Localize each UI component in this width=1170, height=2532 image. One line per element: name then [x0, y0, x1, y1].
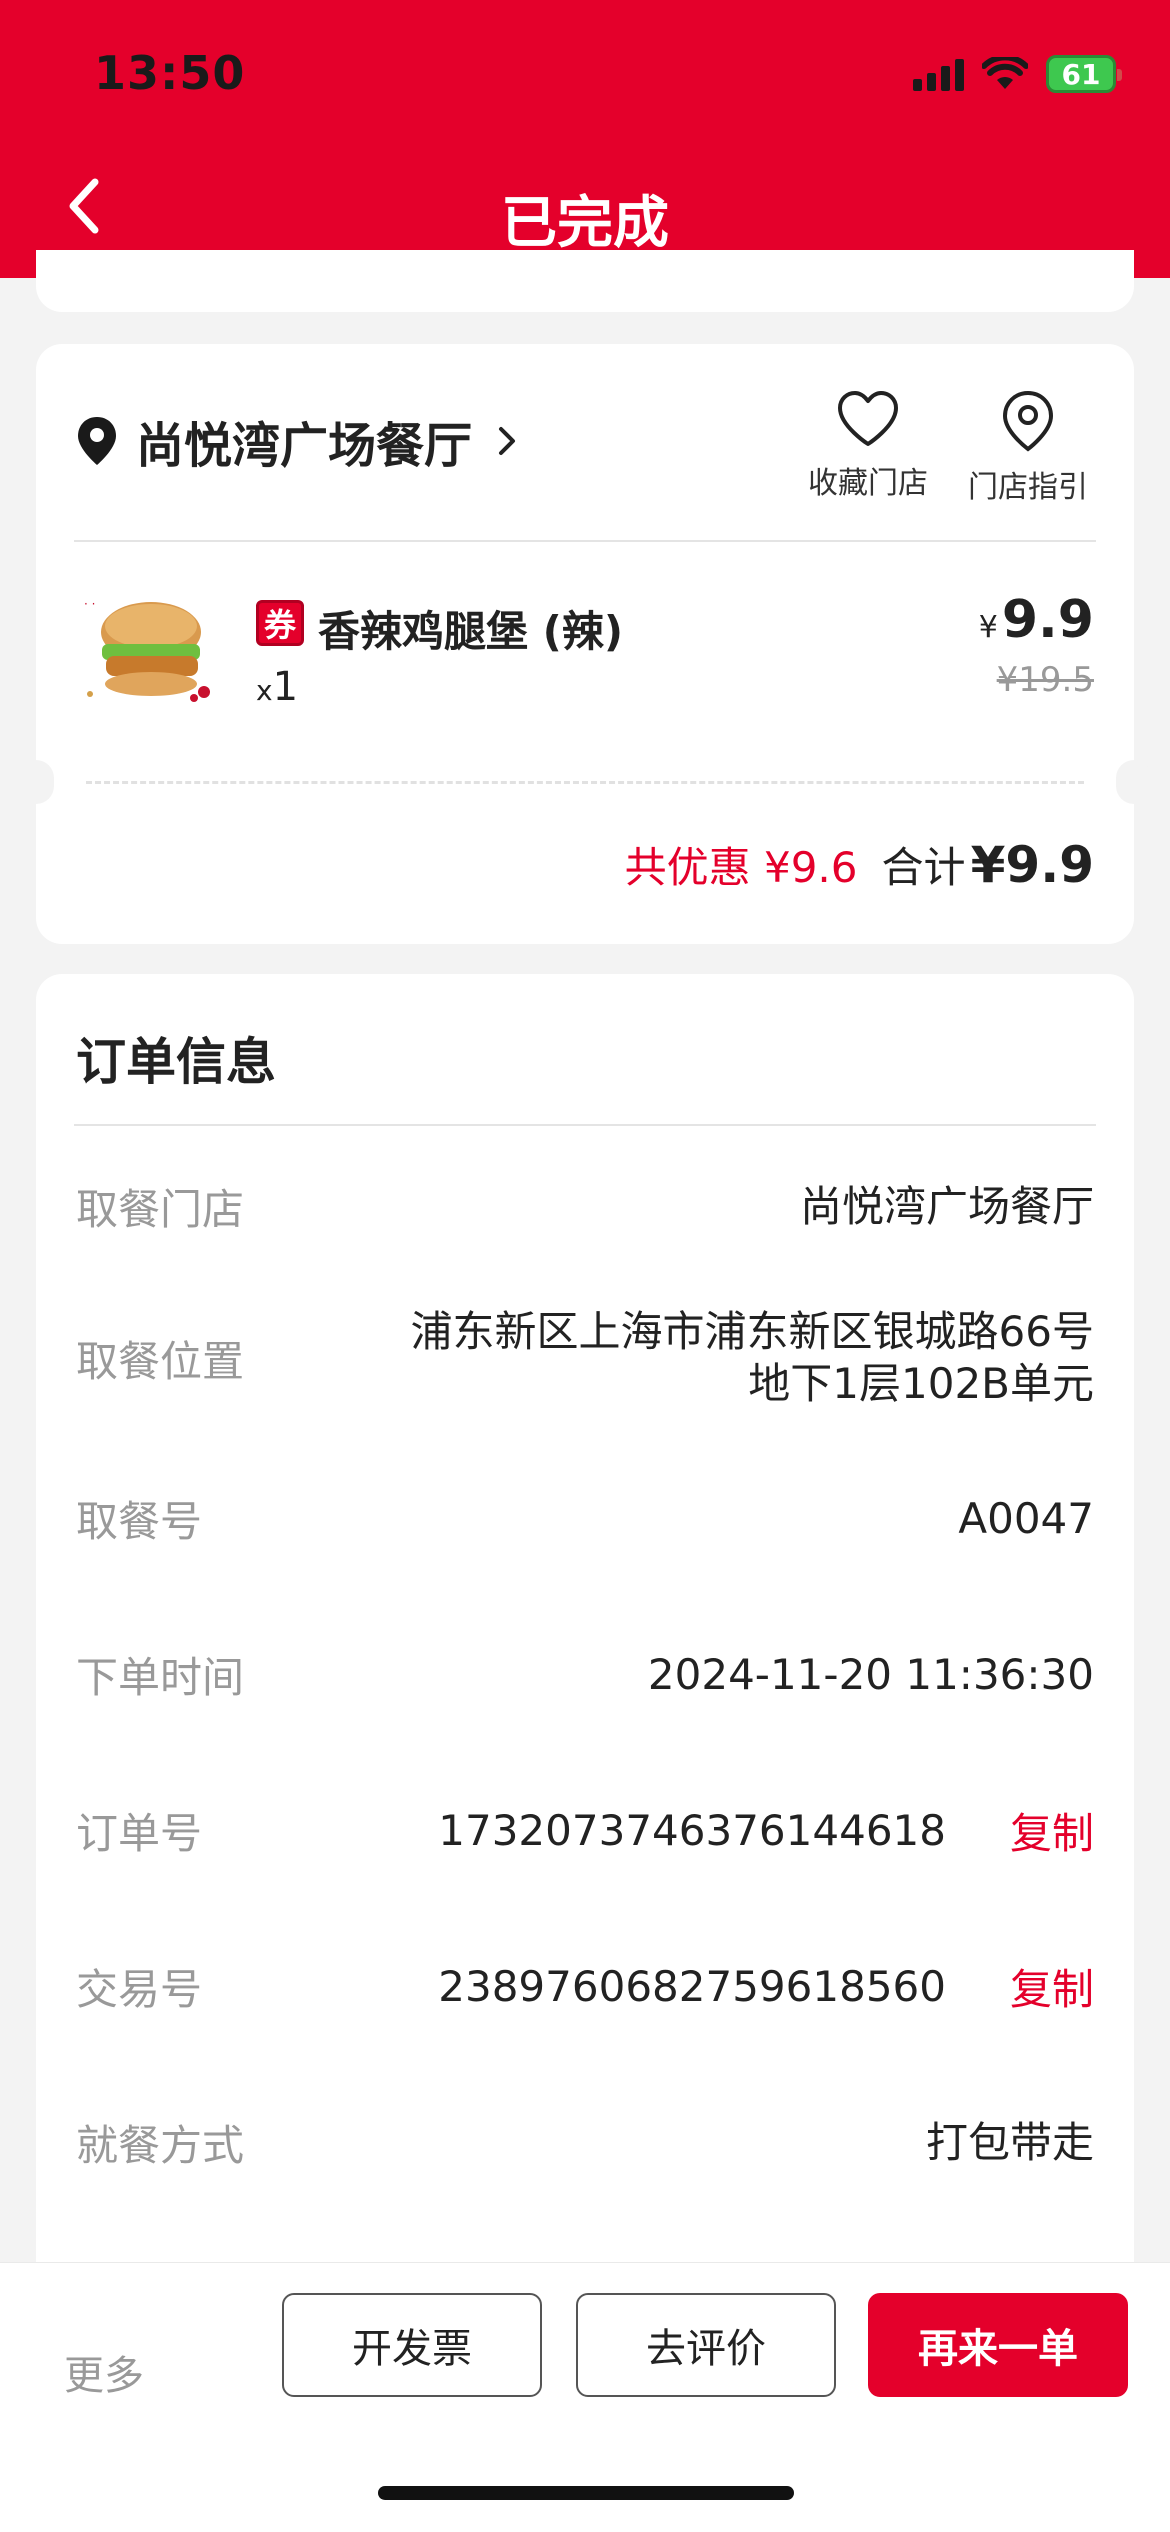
info-row-order-time: 下单时间 2024-11-20 11:36:30 — [76, 1644, 1094, 1705]
currency-symbol: ¥ — [978, 610, 998, 645]
store-link[interactable]: 尚悦湾广场餐厅 — [76, 406, 516, 476]
info-row-pickup-location: 取餐位置 浦东新区上海市浦东新区银城路66号地下1层102B单元 — [76, 1306, 1094, 1410]
quantity-value: 1 — [272, 664, 299, 710]
info-row-transaction-number: 交易号 2389760682759618560 复制 — [76, 1956, 1094, 2017]
product-name: 香辣鸡腿堡 (辣) — [318, 607, 624, 656]
order-info-card: 订单信息 取餐门店 尚悦湾广场餐厅 取餐位置 浦东新区上海市浦东新区银城路66号… — [36, 974, 1134, 2474]
total-value: ¥9.9 — [970, 836, 1094, 894]
store-order-card: 尚悦湾广场餐厅 收藏门店 门店指引 · · 券 香辣鸡腿堡 (辣) x1 ¥9.… — [18, 344, 1152, 944]
coupon-badge: 券 — [256, 600, 304, 646]
wifi-icon — [982, 57, 1028, 89]
location-pin-icon — [78, 417, 116, 465]
store-guide-label: 门店指引 — [968, 470, 1088, 505]
header-bar: 13:50 61 已完成 — [0, 0, 1170, 278]
status-time: 13:50 — [94, 46, 246, 100]
info-value: 2389760682759618560 — [438, 1961, 946, 2011]
page-title: 已完成 — [501, 191, 669, 256]
info-row-order-number: 订单号 1732073746376144618 复制 — [76, 1800, 1094, 1861]
info-label: 取餐号 — [76, 1497, 203, 1546]
product-price: ¥9.9 — [979, 590, 1094, 650]
info-value: A0047 — [958, 1493, 1094, 1543]
burger-image: · · — [84, 597, 210, 702]
info-row-pickup-number: 取餐号 A0047 — [76, 1488, 1094, 1549]
battery-icon: 61 — [1046, 55, 1122, 93]
info-value-group: 1732073746376144618 复制 — [438, 1800, 1094, 1861]
ticket-notch-right — [1116, 760, 1152, 804]
cellular-signal-icon — [913, 57, 964, 91]
more-button[interactable]: 更多 — [64, 2343, 144, 2401]
info-label: 订单号 — [76, 1809, 203, 1858]
favorite-store-label: 收藏门店 — [808, 466, 928, 501]
original-price: ¥19.5 — [996, 660, 1094, 700]
info-value: 2024-11-20 11:36:30 — [647, 1649, 1094, 1699]
copy-transaction-number-button[interactable]: 复制 — [1010, 1956, 1094, 2017]
battery-level: 61 — [1061, 57, 1101, 91]
info-label: 取餐位置 — [76, 1336, 245, 1386]
info-value-group: 2389760682759618560 复制 — [438, 1956, 1094, 2017]
copy-order-number-button[interactable]: 复制 — [1010, 1800, 1094, 1861]
invoice-button[interactable]: 开发票 — [282, 2293, 542, 2397]
divider — [74, 1124, 1096, 1126]
order-info-title: 订单信息 — [76, 1033, 276, 1091]
status-indicators: 61 — [913, 52, 1122, 96]
previous-card-bottom — [36, 250, 1134, 312]
info-value: 尚悦湾广场餐厅 — [799, 1181, 1094, 1231]
review-button[interactable]: 去评价 — [576, 2293, 836, 2397]
svg-text:· ·: · · — [84, 597, 95, 611]
dashed-divider — [86, 781, 1084, 784]
info-row-pickup-store: 取餐门店 尚悦湾广场餐厅 — [76, 1176, 1094, 1237]
order-total-row: 共优惠 ¥9.6 合计 ¥9.9 — [625, 834, 1094, 895]
favorite-store-button[interactable]: 收藏门店 — [798, 390, 938, 502]
info-label: 就餐方式 — [76, 2121, 245, 2170]
store-name: 尚悦湾广场餐厅 — [136, 418, 473, 474]
discount-amount: 共优惠 ¥9.6 — [624, 843, 858, 892]
total-group: 合计 ¥9.9 — [882, 834, 1094, 895]
reorder-button[interactable]: 再来一单 — [868, 2293, 1128, 2397]
info-label: 取餐门店 — [76, 1185, 245, 1234]
info-value: 打包带走 — [925, 2117, 1094, 2167]
info-row-dining-method: 就餐方式 打包带走 — [76, 2112, 1094, 2173]
quantity-prefix: x — [256, 674, 273, 707]
price-value: 9.9 — [1001, 590, 1094, 650]
total-label: 合计 — [881, 843, 966, 892]
product-quantity: x1 — [256, 664, 298, 710]
chevron-right-icon — [499, 427, 516, 455]
ticket-notch-left — [18, 760, 54, 804]
info-value: 1732073746376144618 — [438, 1805, 946, 1855]
map-pin-outline-icon — [1002, 390, 1054, 452]
divider — [74, 540, 1096, 542]
info-label: 交易号 — [76, 1965, 203, 2014]
info-value: 浦东新区上海市浦东新区银城路66号地下1层102B单元 — [410, 1307, 1094, 1408]
store-guide-button[interactable]: 门店指引 — [958, 390, 1098, 506]
home-indicator[interactable] — [378, 2486, 794, 2500]
heart-icon — [838, 391, 898, 446]
info-label: 下单时间 — [76, 1653, 245, 1702]
